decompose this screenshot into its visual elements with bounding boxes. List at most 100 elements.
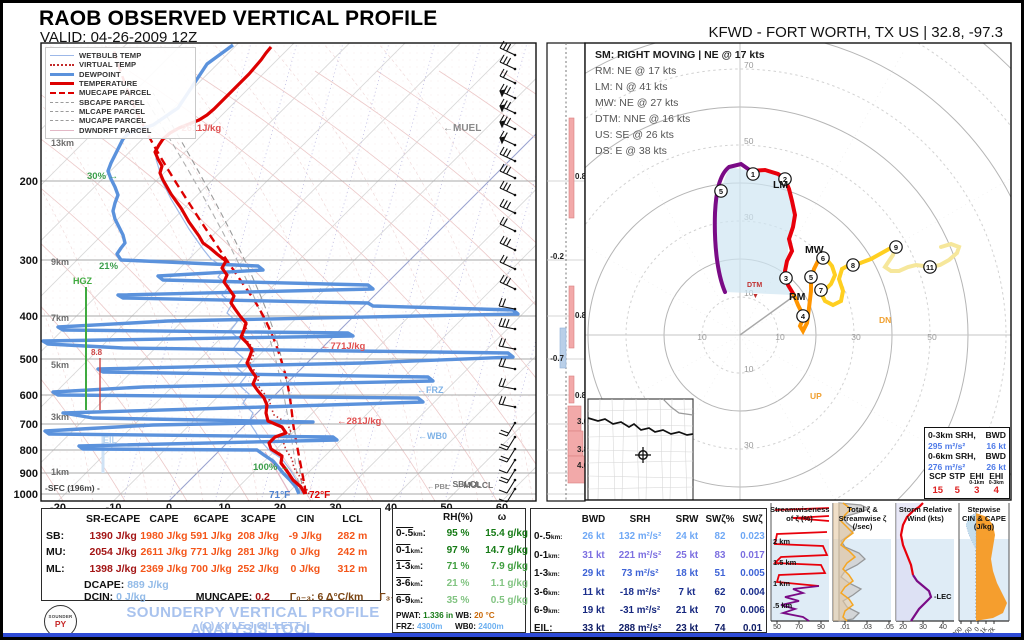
kinematics-value-cell: 26 kt xyxy=(577,528,610,546)
legend-line-sample xyxy=(50,73,74,76)
legend-item-label: MLCAPE PARCEL xyxy=(79,107,145,116)
storm-motion-line: RM: NE @ 17 kts xyxy=(595,63,765,79)
panel-height-label: 1.5 km xyxy=(773,558,797,567)
kinematics-header-cell: SWζ% xyxy=(704,511,736,528)
storm-motion-line: SM: RIGHT MOVING | NE @ 17 kts xyxy=(595,47,765,63)
moisture-row-label: 3-6km: xyxy=(396,576,440,593)
kinematics-value-cell: 82 xyxy=(704,528,736,546)
sounderpy-analysis-figure: 0.8-0.20.8-0.70.83.63.84.070503010103010… xyxy=(0,0,1024,640)
height-label: 1km xyxy=(51,467,69,477)
wb0-label: WB0: xyxy=(455,622,476,631)
kinematics-table: BWDSRHSRWSWζ%SWζ0-.5km:26 kt132 m²/s²24 … xyxy=(530,508,767,633)
legend-line-sample xyxy=(50,111,74,112)
kinematics-row-label: 0-.5km: xyxy=(534,528,577,546)
lec-label: -LEC xyxy=(934,592,952,601)
panel-tick-label: .03 xyxy=(862,624,872,631)
panel-tick-label: 40 xyxy=(939,624,947,631)
right-mover-label: RM xyxy=(789,291,806,303)
legend-line-sample xyxy=(50,64,74,66)
corner-cell xyxy=(46,511,86,528)
panel-tick-label: 20 xyxy=(899,624,907,631)
thermo-table: SR-ECAPECAPE6CAPE3CAPECINLCLSB:1390 J/kg… xyxy=(41,508,381,601)
wb-label: WB: xyxy=(455,611,471,620)
kinematics-header-cell: SRH xyxy=(610,511,670,528)
hodograph-ring-label: 30 xyxy=(851,332,861,342)
bwd3-label: BWD xyxy=(985,430,1006,441)
kinematics-value-cell: 19 kt xyxy=(577,602,610,620)
dcape-label: DCAPE: xyxy=(84,579,124,591)
kinematics-value-cell: -18 m²/s² xyxy=(610,584,670,602)
thermo-value-cell: 1398 J/kg xyxy=(86,561,140,578)
rh-annotation-mid: 21% xyxy=(99,261,119,272)
cape-3km-annotation: ←281J/kg xyxy=(337,416,382,427)
location-map-inset xyxy=(588,399,693,500)
kinematics-value-cell: 7 kt xyxy=(670,584,704,602)
thermo-value-cell: 0 J/kg xyxy=(282,561,329,578)
kinematics-value-cell: 0.017 xyxy=(736,547,769,565)
hodograph-ring-label: 10 xyxy=(775,332,785,342)
pwat-label: PWAT: xyxy=(396,611,421,620)
kinematics-value-cell: 0.005 xyxy=(736,565,769,583)
panel-tick-label: 70 xyxy=(795,624,803,631)
dtm-marker-icon: ▼ xyxy=(752,293,759,300)
kinematics-value-cell: 62 xyxy=(704,584,736,602)
panel-tick-label: 50 xyxy=(773,624,781,631)
composite-index-value: 4 xyxy=(987,487,1007,494)
skewt-legend: WETBULB TEMPVIRTUAL TEMPDEWPOINTTEMPERAT… xyxy=(45,47,196,139)
legend-item: SBCAPE PARCEL xyxy=(50,97,191,106)
composite-index-column: EHI0-1km3 xyxy=(967,473,987,494)
legend-line-sample xyxy=(50,55,74,56)
thermo-header-cell: SR-ECAPE xyxy=(86,511,140,528)
legend-item: DWNDRFT PARCEL xyxy=(50,125,191,134)
thermo-value-cell: 242 m xyxy=(329,544,376,561)
wb0-annotation: ←WB0 xyxy=(418,431,447,441)
kinematics-value-cell: 221 m²/s² xyxy=(610,547,670,565)
panel-title-srw: Storm Relative Wind (kts) xyxy=(896,506,955,523)
hodograph-km-marker-label: 5 xyxy=(809,273,813,282)
kinematics-row-label: 6-9km: xyxy=(534,602,577,620)
thermo-value-cell: 591 J/kg xyxy=(188,528,235,545)
panel-title-vorticity: Total ζ & Streamwise ζ (/sec) xyxy=(833,506,892,532)
panel-title-stepwise: Stepwise CIN & CAPE (J/kg) xyxy=(957,506,1011,532)
thermo-row-label: SB: xyxy=(46,528,86,545)
pressure-tick-label: 200 xyxy=(20,176,38,188)
legend-item: DEWPOINT xyxy=(50,70,191,79)
hodograph-km-marker-label: 8 xyxy=(851,261,855,270)
height-label: 3km xyxy=(51,412,69,422)
legend-item-label: MUCAPE PARCEL xyxy=(79,116,146,125)
pressure-tick-label: 700 xyxy=(20,419,38,431)
hodograph-ring-label: 10 xyxy=(697,332,707,342)
storm-motion-line: LM: N @ 41 kts xyxy=(595,79,765,95)
thermo-value-cell: 208 J/kg xyxy=(235,528,282,545)
branding-credit: (C) KYLE J GILLETT | sounderpysoundings.… xyxy=(123,620,383,640)
srh3-value: 295 m²/s² xyxy=(928,441,965,452)
rh-value-cell: 97 % xyxy=(440,543,476,560)
station-info: KFWD - FORT WORTH, TX US | 32.8, -97.3 xyxy=(708,24,1003,41)
dcape-value: 889 J/kg xyxy=(127,579,168,591)
storm-motion-line: MW: NE @ 27 kts xyxy=(595,95,765,111)
panel-height-label: 2 km xyxy=(773,537,790,546)
height-label: 7km xyxy=(51,313,69,323)
thermo-value-cell: 1390 J/kg xyxy=(86,528,140,545)
hodograph-km-marker-label: 3 xyxy=(784,274,788,283)
kinematics-header-cell: SRW xyxy=(670,511,704,528)
legend-line-sample xyxy=(50,92,74,94)
omega-strip: 0.8-0.20.8-0.70.83.63.84.0 xyxy=(547,43,589,501)
eil-annotation: EIL xyxy=(103,435,118,445)
legend-item-label: DEWPOINT xyxy=(79,70,121,79)
hail-size-annotation: 8.8 xyxy=(91,348,103,357)
legend-line-sample xyxy=(50,102,74,103)
hodograph-ring-label: 30 xyxy=(744,440,754,450)
thermo-header-cell: 6CAPE xyxy=(188,511,235,528)
hodograph-km-marker-label: 11 xyxy=(926,263,934,272)
legend-item: TEMPERATURE xyxy=(50,79,191,88)
moisture-row-label: 0-1km: xyxy=(396,543,440,560)
thermo-row-label: ML: xyxy=(46,561,86,578)
lapse-rate-0-3-label: Γ₀₋₃: xyxy=(290,591,315,603)
legend-item: WETBULB TEMP xyxy=(50,51,191,60)
height-label: 9km xyxy=(51,257,69,267)
kinematics-row-label: 3-6km: xyxy=(534,584,577,602)
pwat-value: 1.336 in xyxy=(423,611,453,620)
hodograph-km-marker-label: 7 xyxy=(819,286,823,295)
kinematics-value-cell: 0.004 xyxy=(736,584,769,602)
